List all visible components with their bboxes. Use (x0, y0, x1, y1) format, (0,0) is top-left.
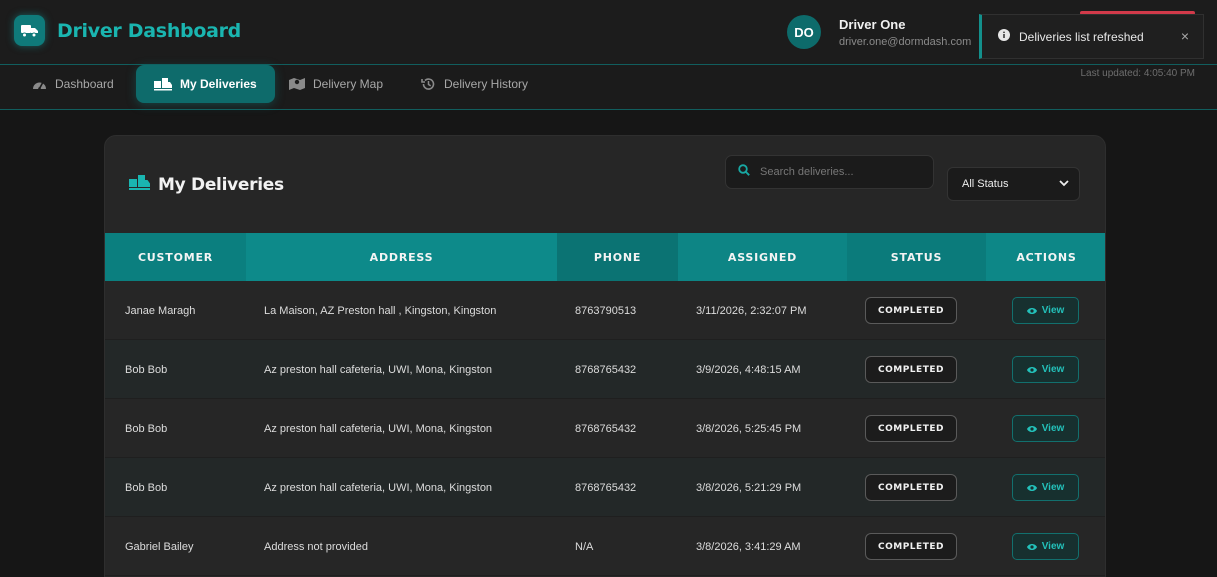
last-updated: Last updated: 4:05:40 PM (1080, 68, 1195, 79)
customer-cell: Janae Maragh (125, 304, 196, 317)
status-badge: COMPLETED (865, 297, 957, 324)
deliveries-icon (129, 174, 150, 196)
status-filter-select[interactable]: All Status (947, 167, 1080, 201)
assigned-cell: 3/11/2026, 2:32:07 PM (696, 304, 807, 317)
view-label: View (1041, 423, 1065, 434)
search-box (725, 155, 934, 189)
search-input[interactable] (760, 166, 920, 178)
view-button[interactable]: View (1012, 415, 1079, 442)
tab-label: My Deliveries (180, 77, 257, 91)
address-cell: Az preston hall cafeteria, UWI, Mona, Ki… (264, 481, 493, 494)
app-header: Driver Dashboard DO Driver One driver.on… (0, 0, 1217, 65)
column-header-status[interactable]: STATUS (847, 233, 986, 281)
tab-label: Dashboard (55, 77, 114, 91)
tab-dashboard[interactable]: Dashboard (32, 65, 114, 103)
view-button[interactable]: View (1012, 533, 1079, 560)
tab-delivery-history[interactable]: Delivery History (421, 65, 528, 103)
close-icon[interactable]: × (1181, 28, 1189, 44)
table-row[interactable]: Janae Maragh La Maison, AZ Preston hall … (105, 281, 1105, 340)
card-header: My Deliveries (129, 174, 284, 196)
eye-icon (1026, 307, 1037, 314)
assigned-cell: 3/8/2026, 5:21:29 PM (696, 481, 802, 494)
app-title: Driver Dashboard (57, 19, 241, 42)
phone-cell: 8768765432 (575, 481, 637, 494)
page-title: My Deliveries (158, 175, 284, 195)
column-header-phone[interactable]: PHONE (557, 233, 678, 281)
tab-label: Delivery History (444, 77, 529, 91)
status-filter-value: All Status (962, 178, 1009, 190)
status-badge: COMPLETED (865, 533, 957, 560)
eye-icon (1026, 366, 1037, 373)
column-header-actions[interactable]: ACTIONS (986, 233, 1105, 281)
phone-cell: N/A (575, 540, 594, 553)
user-email: driver.one@dormdash.com (839, 35, 972, 48)
customer-cell: Gabriel Bailey (125, 540, 194, 553)
assigned-cell: 3/8/2026, 3:41:29 AM (696, 540, 801, 553)
info-icon (998, 28, 1010, 46)
gauge-icon (32, 78, 47, 91)
column-header-address[interactable]: ADDRESS (246, 233, 557, 281)
view-button[interactable]: View (1012, 297, 1079, 324)
address-cell: Az preston hall cafeteria, UWI, Mona, Ki… (264, 363, 493, 376)
search-icon (738, 163, 750, 181)
eye-icon (1026, 484, 1037, 491)
tab-my-deliveries[interactable]: My Deliveries (136, 65, 275, 103)
view-label: View (1041, 541, 1065, 552)
avatar: DO (787, 15, 821, 49)
phone-cell: 8768765432 (575, 363, 637, 376)
table-header: CUSTOMER ADDRESS PHONE ASSIGNED STATUS A… (105, 233, 1105, 281)
view-button[interactable]: View (1012, 356, 1079, 383)
status-badge: COMPLETED (865, 415, 957, 442)
phone-cell: 8763790513 (575, 304, 637, 317)
chevron-down-icon (1059, 178, 1069, 190)
view-label: View (1041, 482, 1065, 493)
deliveries-card: My Deliveries All Status CUSTOMER ADDRES… (104, 135, 1106, 577)
address-cell: Address not provided (264, 540, 368, 553)
tab-label: Delivery Map (313, 77, 384, 91)
toast-message: Deliveries list refreshed (1019, 29, 1144, 44)
nav-bar: Dashboard My Deliveries Delivery Map Del… (0, 65, 1217, 110)
eye-icon (1026, 543, 1037, 550)
tab-delivery-map[interactable]: Delivery Map (289, 65, 383, 103)
table-row[interactable]: Bob Bob Az preston hall cafeteria, UWI, … (105, 399, 1105, 458)
assigned-cell: 3/9/2026, 4:48:15 AM (696, 363, 801, 376)
history-icon (421, 77, 436, 91)
table-row[interactable]: Bob Bob Az preston hall cafeteria, UWI, … (105, 340, 1105, 399)
column-header-customer[interactable]: CUSTOMER (105, 233, 246, 281)
column-header-assigned[interactable]: ASSIGNED (678, 233, 847, 281)
phone-cell: 8768765432 (575, 422, 637, 435)
customer-cell: Bob Bob (125, 363, 168, 376)
status-badge: COMPLETED (865, 474, 957, 501)
table-row[interactable]: Gabriel Bailey Address not provided N/A … (105, 517, 1105, 576)
eye-icon (1026, 425, 1037, 432)
truck-icon (14, 15, 45, 46)
user-name: Driver One (839, 16, 906, 32)
view-label: View (1041, 364, 1065, 375)
customer-cell: Bob Bob (125, 481, 168, 494)
status-badge: COMPLETED (865, 356, 957, 383)
user-profile[interactable]: DO Driver One driver.one@dormdash.com (787, 15, 971, 49)
address-cell: Az preston hall cafeteria, UWI, Mona, Ki… (264, 422, 493, 435)
assigned-cell: 3/8/2026, 5:25:45 PM (696, 422, 802, 435)
deliveries-icon (154, 77, 172, 91)
toast-notification: Deliveries list refreshed × (979, 14, 1204, 59)
brand: Driver Dashboard (14, 15, 241, 46)
customer-cell: Bob Bob (125, 422, 168, 435)
address-cell: La Maison, AZ Preston hall , Kingston, K… (264, 304, 497, 317)
view-label: View (1041, 305, 1065, 316)
view-button[interactable]: View (1012, 474, 1079, 501)
map-icon (289, 77, 305, 91)
table-row[interactable]: Bob Bob Az preston hall cafeteria, UWI, … (105, 458, 1105, 517)
